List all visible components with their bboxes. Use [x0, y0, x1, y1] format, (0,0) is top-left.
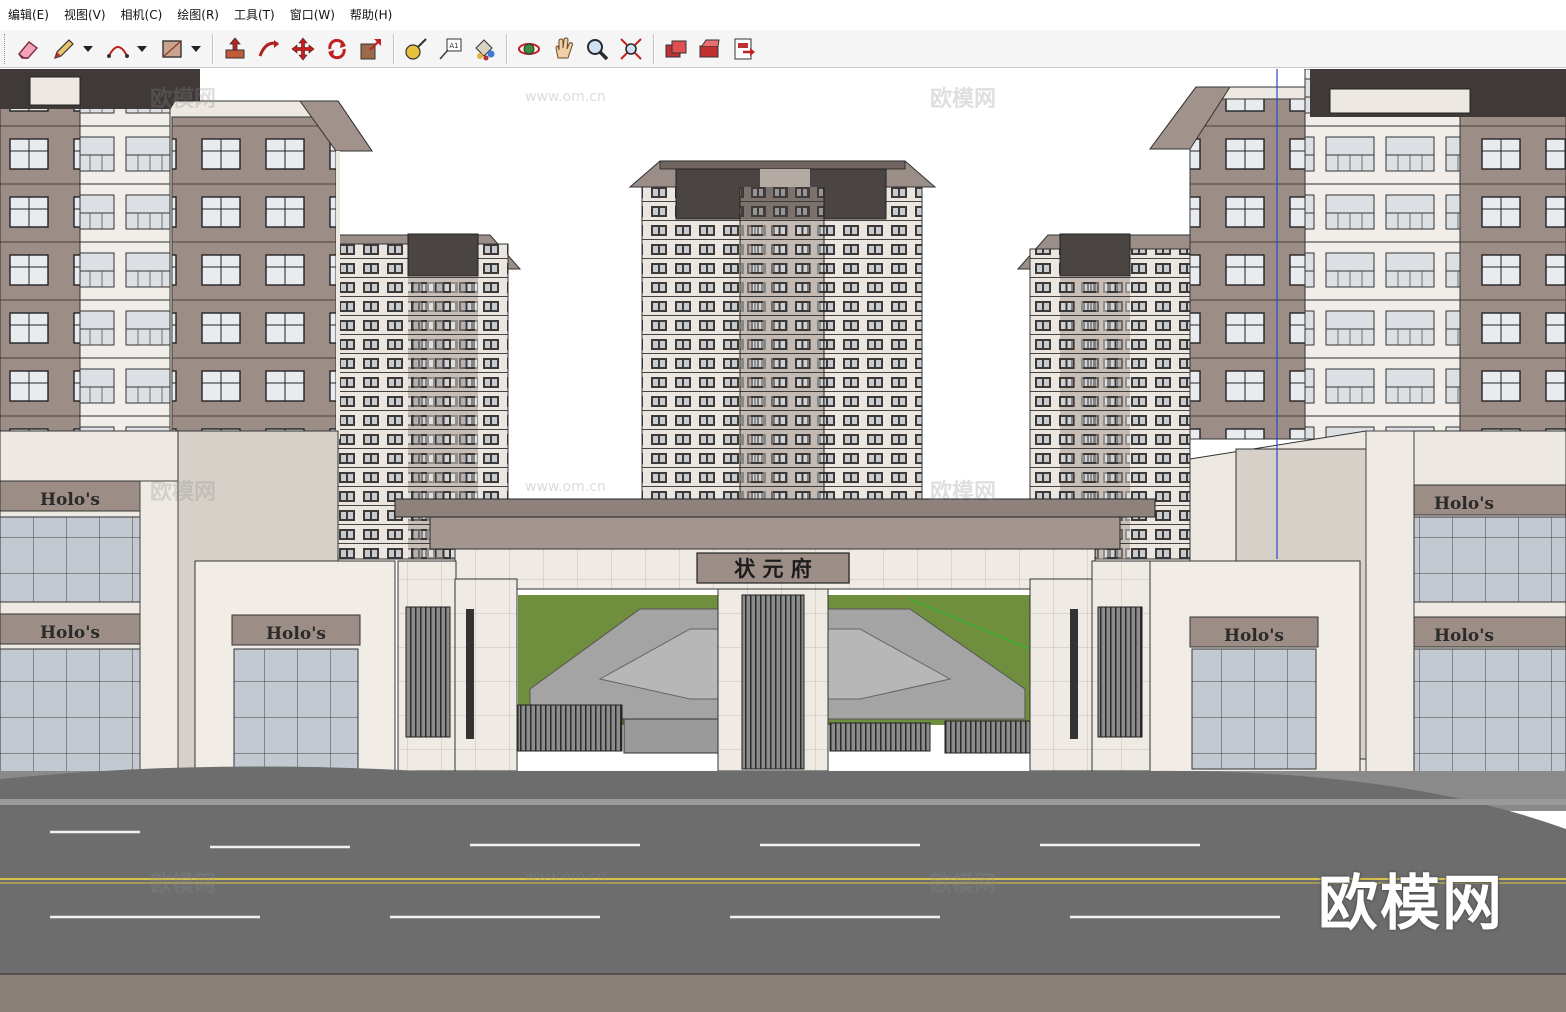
main-toolbar: A1 — [0, 30, 1566, 68]
watermark-url: www.om.cn — [525, 479, 606, 495]
watermark-url: www.om.cn — [525, 869, 606, 885]
entrance-gate: 状 元 府 — [394, 498, 1156, 772]
pan-icon — [555, 36, 573, 58]
eraser-tool-button[interactable] — [12, 33, 44, 65]
text-label-tool-button[interactable]: A1 — [434, 33, 466, 65]
sketchup-window: 编辑(E) 视图(V) 相机(C) 绘图(R) 工具(T) 窗口(W) 帮助(H) A1 — [0, 0, 1566, 1012]
toolbar-separator — [506, 33, 507, 64]
menu-bar: 编辑(E) 视图(V) 相机(C) 绘图(R) 工具(T) 窗口(W) 帮助(H) — [0, 0, 1566, 30]
chevron-down-icon[interactable] — [191, 45, 201, 52]
watermark-faint: 欧模网 — [930, 87, 997, 112]
paint-bucket-tool-button[interactable] — [468, 33, 500, 65]
follow-me-tool-button[interactable] — [253, 33, 285, 65]
push-pull-tool-button[interactable] — [219, 33, 251, 65]
menu-item[interactable]: 相机(C) — [121, 0, 163, 30]
move-tool-button[interactable] — [287, 33, 319, 65]
pencil-icon — [54, 38, 74, 59]
rectangle-icon — [162, 39, 182, 58]
rotate-icon — [328, 38, 346, 59]
model-viewport[interactable]: Holo's Holo's Holo's Holo's Holo's Holo'… — [0, 69, 1566, 1012]
menu-item[interactable]: 视图(V) — [64, 0, 106, 30]
zoom-icon — [587, 38, 609, 60]
extension-warehouse-tool-button[interactable] — [694, 33, 726, 65]
toolbar-grip[interactable] — [4, 33, 8, 64]
watermark-faint: 欧模网 — [150, 872, 217, 897]
shop-sign-left-lower: Holo's — [40, 623, 100, 643]
send-to-layout-tool-button[interactable] — [728, 33, 760, 65]
menu-item[interactable]: 窗口(W) — [290, 0, 335, 30]
pencil-tool-button[interactable] — [46, 33, 98, 65]
watermark-faint: 欧模网 — [150, 480, 217, 505]
tape-measure-icon — [405, 37, 427, 60]
shop-sign-right-upper: Holo's — [1434, 494, 1494, 514]
menu-item[interactable]: 帮助(H) — [350, 0, 392, 30]
watermark-faint: 欧模网 — [150, 87, 217, 112]
arc-icon — [107, 45, 129, 58]
shop-sign-left-annex: Holo's — [266, 624, 326, 644]
text-label-icon: A1 — [439, 38, 462, 59]
zoom-tool-button[interactable] — [581, 33, 613, 65]
orbit-icon — [518, 42, 540, 55]
shop-sign-right-annex: Holo's — [1224, 626, 1284, 646]
toolbar-separator — [212, 33, 213, 64]
center-tower — [628, 160, 937, 500]
watermark-faint: 欧模网 — [930, 480, 997, 505]
left-building — [0, 69, 373, 440]
right-building — [1149, 69, 1566, 440]
watermark-faint: 欧模网 — [930, 872, 997, 897]
eraser-icon — [18, 40, 39, 59]
scale-tool-button[interactable] — [355, 33, 387, 65]
paint-bucket-icon — [475, 38, 495, 60]
extension-warehouse-icon — [699, 39, 720, 57]
pan-tool-button[interactable] — [547, 33, 579, 65]
chevron-down-icon[interactable] — [137, 45, 147, 52]
arc-tool-button[interactable] — [100, 33, 152, 65]
follow-me-icon — [258, 39, 279, 57]
watermark-url: www.om.cn — [525, 89, 606, 105]
right-podium: Holo's Holo's Holo's — [1149, 430, 1566, 780]
toolbar-separator — [393, 33, 394, 64]
move-icon — [291, 37, 315, 60]
rotate-tool-button[interactable] — [321, 33, 353, 65]
menu-item[interactable]: 编辑(E) — [8, 0, 49, 30]
shop-sign-left-upper: Holo's — [40, 490, 100, 510]
svg-text:A1: A1 — [449, 42, 458, 50]
menu-item[interactable]: 工具(T) — [234, 0, 275, 30]
zoom-extents-icon — [620, 37, 642, 60]
send-to-layout-icon — [734, 38, 755, 59]
warehouse-icon — [665, 40, 687, 57]
toolbar-separator — [653, 33, 654, 64]
chevron-down-icon[interactable] — [83, 45, 93, 52]
orbit-tool-button[interactable] — [513, 33, 545, 65]
rectangle-tool-button[interactable] — [154, 33, 206, 65]
scale-icon — [360, 38, 381, 59]
push-pull-icon — [225, 36, 245, 58]
zoom-extents-tool-button[interactable] — [615, 33, 647, 65]
watermark-logo: 欧模网 — [1318, 869, 1504, 939]
shop-sign-right-lower: Holo's — [1434, 626, 1494, 646]
warehouse-tool-button[interactable] — [660, 33, 692, 65]
tape-measure-tool-button[interactable] — [400, 33, 432, 65]
gate-name-sign: 状 元 府 — [734, 556, 812, 581]
menu-item[interactable]: 绘图(R) — [177, 0, 219, 30]
